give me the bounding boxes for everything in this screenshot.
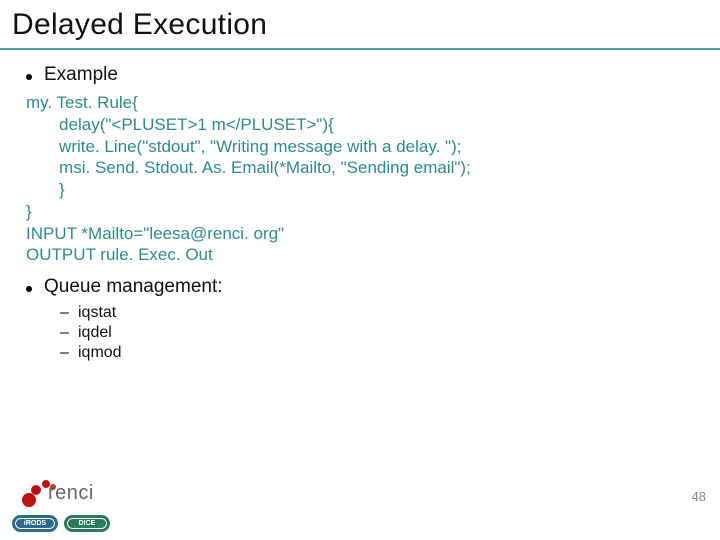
bullet-dot-icon	[26, 74, 32, 80]
renci-logo: renci	[22, 478, 112, 508]
sub-bullet-label: iqdel	[78, 324, 112, 342]
dash-icon: –	[60, 324, 70, 342]
code-block: my. Test. Rule{ delay("<PLUSET>1 m</PLUS…	[26, 92, 698, 266]
slide-content: Example my. Test. Rule{ delay("<PLUSET>1…	[0, 50, 720, 362]
dash-icon: –	[60, 304, 70, 322]
renci-logo-text: renci	[48, 482, 94, 505]
bullet-queue: Queue management:	[26, 276, 698, 298]
code-line: delay("<PLUSET>1 m</PLUSET>"){	[26, 115, 334, 134]
sub-bullet: – iqdel	[60, 324, 698, 342]
footer: 48 renci iRODS DICE	[0, 474, 720, 534]
code-line: }	[26, 180, 65, 199]
code-line: msi. Send. Stdout. As. Email(*Mailto, "S…	[26, 158, 471, 177]
slide-title: Delayed Execution	[0, 0, 720, 50]
dice-badge: DICE	[66, 517, 108, 530]
code-line: OUTPUT rule. Exec. Out	[26, 245, 213, 264]
dash-icon: –	[60, 344, 70, 362]
bullet-example: Example	[26, 64, 698, 86]
page-number: 48	[692, 489, 706, 504]
code-line: my. Test. Rule{	[26, 93, 138, 112]
sub-bullet: – iqmod	[60, 344, 698, 362]
sub-bullet: – iqstat	[60, 304, 698, 322]
bullet-dot-icon	[26, 286, 32, 292]
code-line: write. Line("stdout", "Writing message w…	[26, 137, 461, 156]
irods-badge: iRODS	[14, 517, 56, 530]
sub-bullet-label: iqstat	[78, 304, 116, 322]
footer-badges: iRODS DICE	[14, 517, 108, 530]
code-line: }	[26, 202, 32, 221]
sub-bullet-label: iqmod	[78, 344, 122, 362]
code-line: INPUT *Mailto="leesa@renci. org"	[26, 224, 284, 243]
bullet-queue-label: Queue management:	[44, 276, 223, 298]
bullet-example-label: Example	[44, 64, 118, 86]
